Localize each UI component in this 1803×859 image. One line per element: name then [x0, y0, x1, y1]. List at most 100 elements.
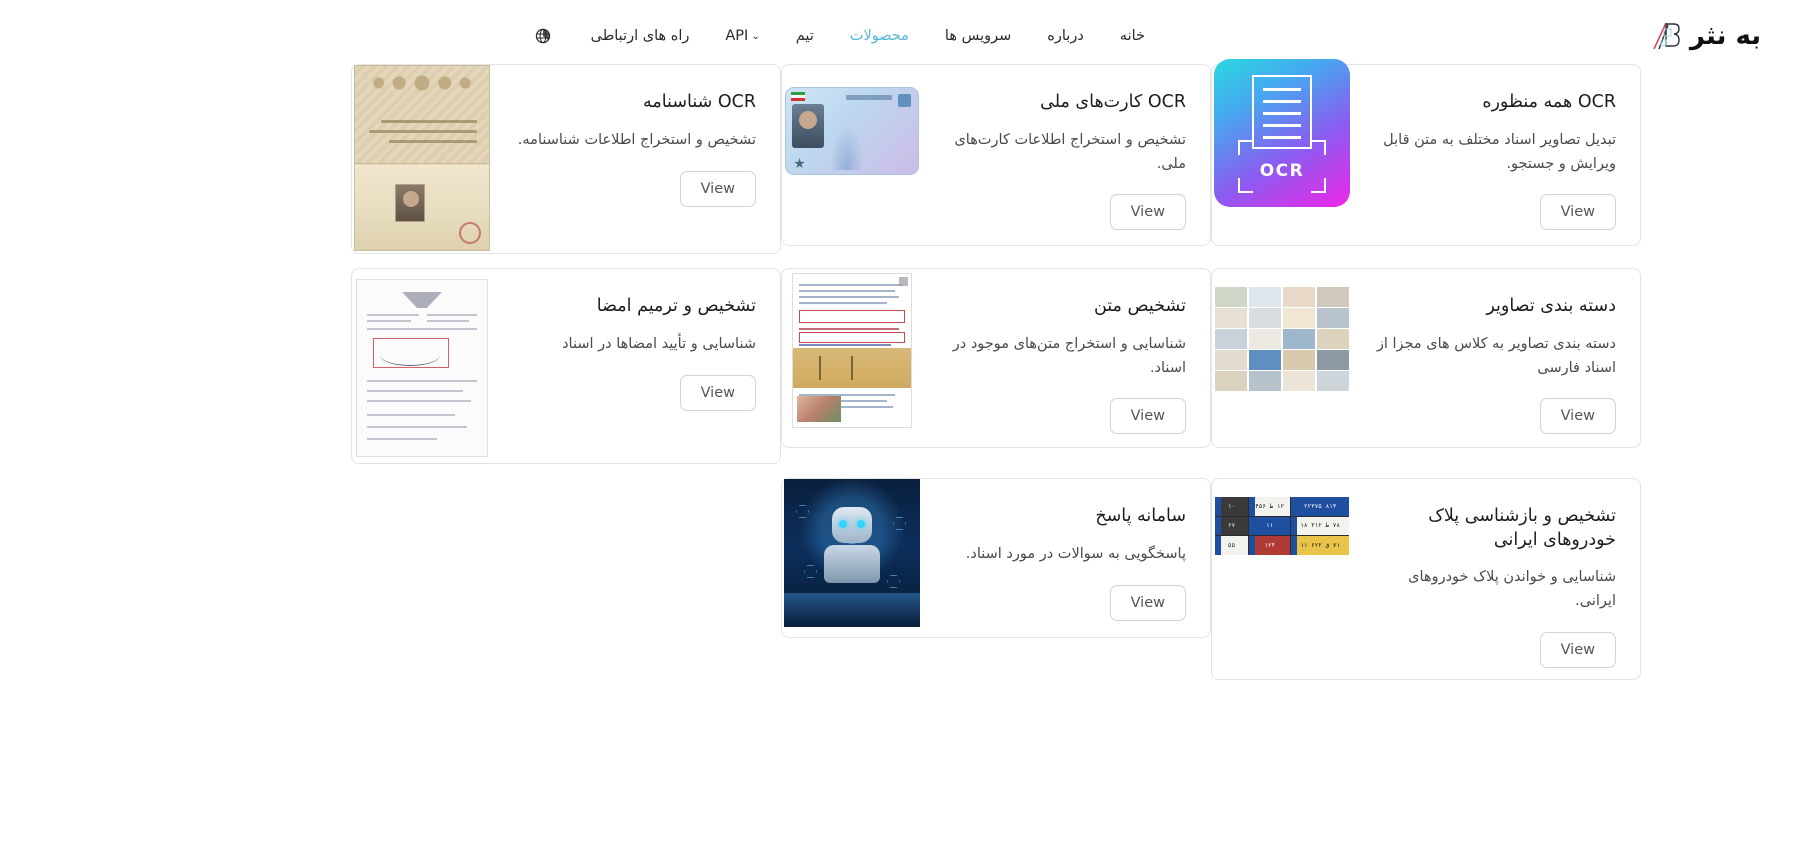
product-card-answer-system[interactable]: سامانه پاسخ پاسخگویی به سوالات در مورد ا…	[781, 478, 1211, 638]
nav-item-team[interactable]: تیم	[778, 22, 832, 50]
nav-item-products[interactable]: محصولات	[832, 22, 927, 50]
certificate-portrait-photo	[395, 184, 425, 222]
primary-nav: خانه درباره سرویس ها محصولات تیم ⌄ API ر…	[527, 22, 1163, 50]
product-row-1: OCR همه منظوره تبدیل تصاویر اسناد مختلف …	[162, 59, 1641, 254]
scanner-bracket-top-left-icon	[1238, 140, 1253, 155]
nav-item-api[interactable]: ⌄ API	[707, 22, 777, 50]
card-description: دسته بندی تصاویر به کلاس های مجزا از اسن…	[1376, 335, 1616, 376]
license-plate: ۸۱۴ ۲۲۳۷۵	[1291, 497, 1349, 516]
annotation-box-red	[799, 310, 905, 323]
official-stamp-icon	[459, 222, 481, 244]
product-card-signature-detection[interactable]: تشخیص و ترمیم امضا شناسایی و تأیید امضاه…	[351, 268, 781, 464]
desk-surface	[784, 593, 920, 627]
card-title: OCR شناسنامه	[642, 92, 756, 112]
card-body: تشخیص و بازشناسی پلاک خودروهای ایرانی شن…	[1352, 479, 1640, 679]
card-title: OCR کارت‌های ملی	[1040, 92, 1186, 112]
nav-item-services[interactable]: سرویس ها	[927, 22, 1029, 50]
nav-label-services: سرویس ها	[944, 27, 1012, 44]
document-image-grid-thumbnail	[1215, 287, 1349, 391]
card-body: سامانه پاسخ پاسخگویی به سوالات در مورد ا…	[922, 479, 1210, 637]
nav-item-contact[interactable]: راه های ارتباطی	[573, 22, 708, 50]
view-button-national-card-ocr[interactable]: View	[1109, 194, 1186, 231]
annotated-text-document-thumbnail	[792, 273, 912, 428]
view-button-signature-detection[interactable]: View	[679, 374, 756, 411]
card-media	[782, 65, 922, 245]
view-button-birth-certificate-ocr[interactable]: View	[679, 170, 756, 207]
nav-label-contact: راه های ارتباطی	[590, 27, 690, 44]
product-card-text-recognition[interactable]: تشخیص متن شناسایی و استخراج متن‌های موجو…	[781, 268, 1211, 448]
view-button-answer-system[interactable]: View	[1109, 584, 1186, 621]
license-plate: ۱۰	[1215, 497, 1248, 516]
iran-flag-icon	[791, 92, 805, 101]
product-card-birth-certificate-ocr[interactable]: OCR شناسنامه تشخیص و استخراج اطلاعات شنا…	[351, 64, 781, 254]
scanner-bracket-top-right-icon	[1311, 140, 1326, 155]
card-title: سامانه پاسخ	[1095, 506, 1186, 526]
view-button-multipurpose-ocr[interactable]: View	[1539, 194, 1616, 231]
ocr-badge-text: OCR	[1259, 161, 1305, 181]
card-description: تبدیل تصاویر اسناد مختلف به متن قابل ویر…	[1383, 131, 1616, 172]
ai-robot-thumbnail	[784, 479, 920, 627]
nav-label-home: خانه	[1119, 27, 1145, 44]
card-media: OCR	[1212, 59, 1352, 245]
card-description: پاسخگویی به سوالات در مورد اسناد.	[965, 545, 1186, 562]
document-lines-icon	[1252, 75, 1312, 149]
license-plate: ۶۷	[1215, 516, 1248, 536]
card-title: تشخیص متن	[1093, 296, 1186, 316]
nav-item-about[interactable]: درباره	[1029, 22, 1102, 50]
card-body: OCR شناسنامه تشخیص و استخراج اطلاعات شنا…	[492, 65, 780, 253]
card-title: تشخیص و ترمیم امضا	[596, 296, 756, 316]
view-button-image-classification[interactable]: View	[1539, 398, 1616, 435]
nav-label-products: محصولات	[849, 27, 909, 44]
license-plate: ۱۱	[1249, 516, 1291, 536]
card-description: شناسایی و تأیید امضاها در اسناد	[562, 335, 756, 352]
card-media	[1212, 269, 1352, 447]
view-button-text-recognition[interactable]: View	[1109, 398, 1186, 435]
product-row-2: دسته بندی تصاویر دسته بندی تصاویر به کلا…	[162, 268, 1641, 464]
ocr-gradient-tile-thumbnail: OCR	[1214, 59, 1350, 207]
card-description: شناسایی و خواندن پلاک خودروهای ایرانی.	[1408, 569, 1616, 610]
card-media	[352, 65, 492, 253]
iranian-license-plates-thumbnail: ۸۱۴ ۲۲۳۷۵ ۱۲ ط ۴۵۶ ۱۰ ۷۸ ط ۳۱۲ ۱۸ ۱۱ ۶۷ …	[1215, 497, 1349, 555]
id-portrait-photo	[792, 104, 824, 148]
nav-label-about: درباره	[1047, 27, 1084, 44]
signature-form-thumbnail	[356, 279, 488, 457]
inline-photo	[797, 396, 841, 422]
product-card-national-card-ocr[interactable]: OCR کارت‌های ملی تشخیص و استخراج اطلاعات…	[781, 64, 1211, 246]
card-title: تشخیص و بازشناسی پلاک خودروهای ایرانی	[1428, 506, 1616, 550]
ab-monogram-icon	[1644, 16, 1684, 56]
product-card-image-classification[interactable]: دسته بندی تصاویر دسته بندی تصاویر به کلا…	[1211, 268, 1641, 448]
card-body: تشخیص متن شناسایی و استخراج متن‌های موجو…	[922, 269, 1210, 447]
annotation-box-red-2	[799, 332, 905, 343]
license-plate: ۱۲۴	[1249, 536, 1291, 555]
license-plate: ۵۵	[1215, 536, 1248, 555]
brand-logo-link[interactable]: به نثر	[1644, 16, 1761, 56]
card-body: OCR همه منظوره تبدیل تصاویر اسناد مختلف …	[1348, 65, 1640, 245]
star-hologram-icon	[794, 158, 805, 169]
robot-body-icon	[824, 545, 880, 583]
robot-head-icon	[832, 507, 872, 543]
nav-label-api: API	[725, 27, 749, 44]
product-card-license-plate-recognition[interactable]: تشخیص و بازشناسی پلاک خودروهای ایرانی شن…	[1211, 478, 1641, 680]
card-title: OCR همه منظوره	[1482, 92, 1616, 112]
card-body: OCR کارت‌های ملی تشخیص و استخراج اطلاعات…	[922, 65, 1210, 245]
card-description: تشخیص و استخراج اطلاعات شناسنامه.	[517, 131, 756, 148]
globe-icon[interactable]	[527, 24, 559, 48]
dome-watermark	[830, 124, 864, 170]
organization-logo-icon	[402, 292, 442, 308]
view-button-license-plate-recognition[interactable]: View	[1539, 632, 1616, 669]
license-plate: ۷۸ ط ۳۱۲ ۱۸	[1291, 516, 1349, 536]
product-card-multipurpose-ocr[interactable]: OCR همه منظوره تبدیل تصاویر اسناد مختلف …	[1211, 59, 1641, 246]
card-description: تشخیص و استخراج اطلاعات کارت‌های ملی.	[954, 131, 1186, 172]
card-media	[782, 269, 922, 447]
signature-annotation-box	[373, 338, 449, 368]
nav-item-home[interactable]: خانه	[1102, 22, 1163, 50]
chevron-down-icon: ⌄	[751, 30, 760, 42]
card-body: تشخیص و ترمیم امضا شناسایی و تأیید امضاه…	[492, 269, 780, 463]
nav-label-team: تیم	[795, 27, 814, 44]
license-plate: ۱۲ ط ۴۵۶	[1249, 497, 1291, 516]
license-plate: ۷۱ ق ۶۲۲ ۱۱	[1291, 536, 1349, 555]
product-cards-area: OCR همه منظوره تبدیل تصاویر اسناد مختلف …	[0, 59, 1803, 680]
birth-certificate-thumbnail	[354, 65, 490, 251]
products-page: OCR همه منظوره تبدیل تصاویر اسناد مختلف …	[0, 59, 1803, 851]
card-description: شناسایی و استخراج متن‌های موجود در اسناد…	[952, 335, 1186, 376]
